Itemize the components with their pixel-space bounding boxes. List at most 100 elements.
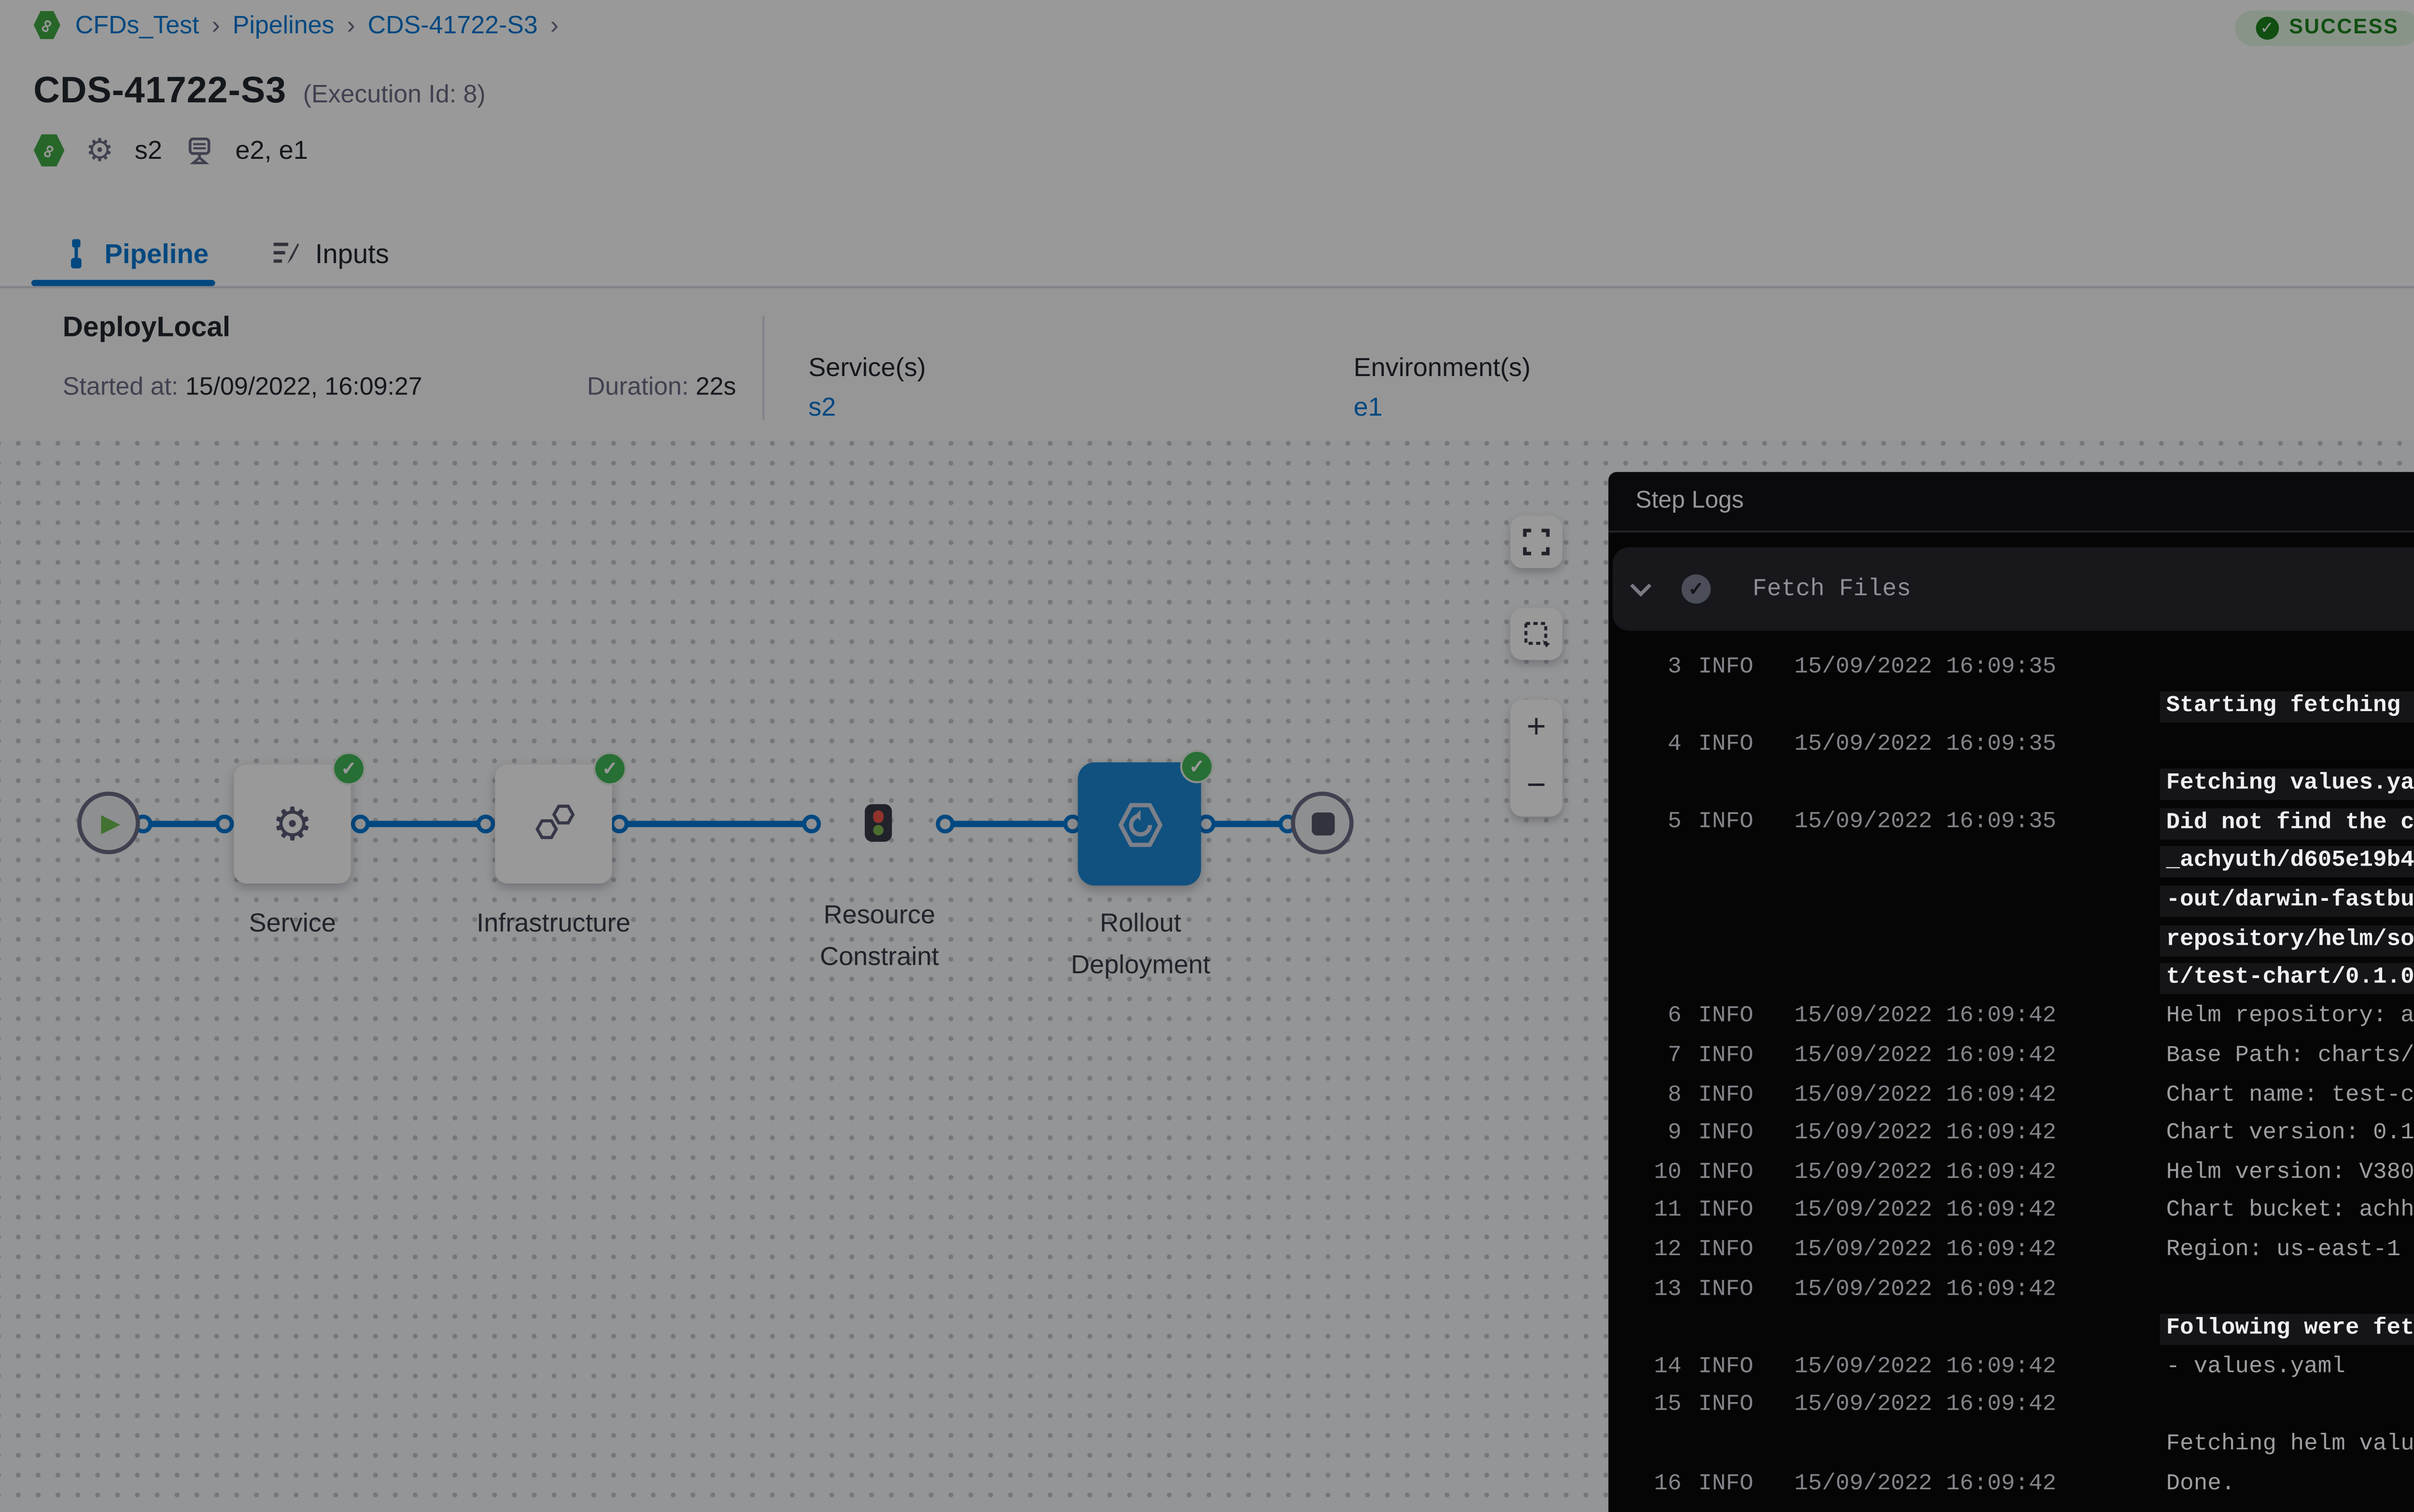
log-line-number: 11: [1636, 1193, 1682, 1232]
zoom-in-button[interactable]: +: [1527, 710, 1546, 748]
helm-icon: [1112, 797, 1166, 851]
log-line-number: 14: [1636, 1349, 1682, 1387]
log-timestamp: 15/09/2022 16:09:35: [1794, 727, 2056, 766]
marquee-select-button[interactable]: [1510, 608, 1562, 660]
log-row: 13INFO15/09/2022 16:09:42 Following were…: [1608, 1271, 2414, 1349]
node-infrastructure-success-icon: ✓: [593, 752, 627, 785]
tab-pipeline[interactable]: Pipeline: [63, 237, 209, 268]
play-icon: ▶: [101, 808, 120, 838]
environment-icon: [183, 135, 214, 166]
log-level: INFO: [1698, 1349, 1754, 1387]
breadcrumb-separator: ›: [550, 11, 559, 40]
node-service[interactable]: ⚙: [234, 764, 351, 883]
log-level: INFO: [1698, 1193, 1754, 1232]
log-message: Chart version: 0.1.0: [2166, 1116, 2414, 1154]
stage-summary: DeployLocal Started at: 15/09/2022, 16:0…: [0, 286, 2414, 441]
started-label: Started at:: [63, 372, 179, 401]
log-line-number: 15: [1636, 1387, 1682, 1426]
log-row: 5INFO15/09/2022 16:09:35Did not find the…: [1608, 805, 2414, 999]
log-line-number: 4: [1636, 727, 1682, 766]
log-row: 3INFO15/09/2022 16:09:35 Starting fetchi…: [1608, 650, 2414, 728]
log-line-number: 12: [1636, 1232, 1682, 1271]
breadcrumb-links: CFDs_Test › Pipelines › CDS-41722-S3 ›: [75, 11, 571, 40]
log-level: INFO: [1698, 1154, 1754, 1193]
node-resource-constraint[interactable]: [865, 804, 892, 842]
infrastructure-icon: [529, 799, 579, 849]
log-line-number: 3: [1636, 650, 1682, 688]
page-header: ∞ CFDs_Test › Pipelines › CDS-41722-S3 › ✓ SU…: [0, 0, 2414, 219]
log-row: 4INFO15/09/2022 16:09:35 Fetching values…: [1608, 727, 2414, 805]
connector-dot: [350, 813, 369, 832]
started-value: 15/09/2022, 16:09:27: [185, 372, 422, 401]
breadcrumb-separator: ›: [211, 11, 220, 40]
harness-logo-icon: ∞: [33, 134, 65, 167]
services-label: Service(s): [808, 353, 926, 382]
step-name: Fetch Files: [1753, 575, 1911, 602]
connector: [355, 820, 491, 826]
environments-block: Environment(s) e1: [1354, 353, 1531, 422]
environment-link[interactable]: e1: [1354, 392, 1531, 422]
divider: [762, 315, 764, 420]
green-light-icon: [872, 824, 884, 836]
active-tab-underline: [31, 280, 215, 286]
log-row: 8INFO15/09/2022 16:09:42Chart name: test…: [1608, 1077, 2414, 1116]
log-timestamp: 15/09/2022 16:09:42: [1794, 1387, 2056, 1426]
log-message: Following were fetched successfully :: [2166, 1271, 2414, 1349]
log-level: INFO: [1698, 805, 1754, 843]
log-lines: m go/file }3INFO15/09/2022 16:09:35 Star…: [1608, 631, 2414, 1504]
page-title: CDS-41722-S3: [33, 69, 286, 113]
connector: [942, 820, 1078, 826]
tab-bar: Pipeline Inputs Console View: [0, 219, 2414, 286]
log-line-number: 9: [1636, 1116, 1682, 1154]
status-label: SUCCESS: [2289, 15, 2399, 39]
log-timestamp: 15/09/2022 16:09:42: [1794, 1038, 2056, 1077]
tab-inputs[interactable]: Inputs: [271, 237, 389, 268]
log-message: Done.: [2166, 1465, 2414, 1504]
log-level: INFO: [1698, 1232, 1754, 1271]
red-light-icon: [872, 811, 884, 822]
log-level: INFO: [1698, 1387, 1754, 1426]
pipeline-icon: [63, 237, 90, 268]
node-infrastructure[interactable]: [495, 764, 612, 883]
connector-dot: [801, 813, 820, 832]
node-label: Resource Constraint: [786, 894, 973, 978]
fit-to-screen-button[interactable]: [1510, 516, 1562, 568]
breadcrumb-separator: ›: [347, 11, 355, 40]
log-level: INFO: [1698, 727, 1754, 766]
node-label: Service: [198, 902, 386, 944]
status-badge: ✓ SUCCESS: [2235, 9, 2414, 45]
service-link[interactable]: s2: [808, 392, 926, 422]
log-message: - values.yaml: [2166, 1349, 2414, 1387]
zoom-controls: + −: [1510, 700, 1562, 816]
breadcrumb-link[interactable]: CDS-41722-S3: [368, 11, 538, 40]
step-row-fetch-files[interactable]: ✓ Fetch Files ↑ ↓ 9s: [1613, 547, 2414, 631]
start-node[interactable]: ▶: [77, 792, 140, 854]
node-rollout-deployment[interactable]: [1078, 762, 1201, 885]
environment-tag: e2, e1: [235, 136, 308, 165]
duration-value: 22s: [696, 372, 736, 401]
inputs-icon: [271, 238, 301, 267]
log-level: INFO: [1698, 1116, 1754, 1154]
log-message: Fetching helm values completed successfu…: [2166, 1387, 2414, 1465]
marquee-icon: [1522, 619, 1551, 649]
tab-inputs-label: Inputs: [315, 237, 389, 268]
log-message: Did not find the chart and version in lo…: [2166, 805, 2414, 999]
breadcrumb-link[interactable]: CFDs_Test: [75, 11, 199, 40]
log-line-number: 5: [1636, 805, 1682, 843]
log-timestamp: 15/09/2022 16:09:42: [1794, 1116, 2056, 1154]
breadcrumb: ∞ CFDs_Test›Pipelines›CDS-41722-S3›: [33, 6, 2414, 44]
entity-tags: ∞ ⚙ s2 e2, e1: [33, 134, 308, 167]
log-level: INFO: [1698, 1271, 1754, 1310]
log-row-clipped: m go/file }: [1608, 631, 2414, 650]
connector-dot: [214, 813, 233, 832]
step-logs-header: Step Logs Console View: [1608, 472, 2414, 532]
breadcrumb-link[interactable]: Pipelines: [233, 11, 335, 40]
connector: [618, 820, 817, 826]
end-node[interactable]: [1291, 792, 1354, 854]
zoom-out-button[interactable]: −: [1527, 769, 1546, 806]
log-line-number: 6: [1636, 999, 1682, 1038]
title-row: CDS-41722-S3 (Execution Id: 8): [33, 69, 485, 113]
pipeline-execution-page: ∞ CFDs_Test › Pipelines › CDS-41722-S3 › ✓ SU…: [0, 0, 2414, 1512]
node-label: Rollout Deployment: [1044, 902, 1236, 986]
environments-label: Environment(s): [1354, 353, 1531, 382]
